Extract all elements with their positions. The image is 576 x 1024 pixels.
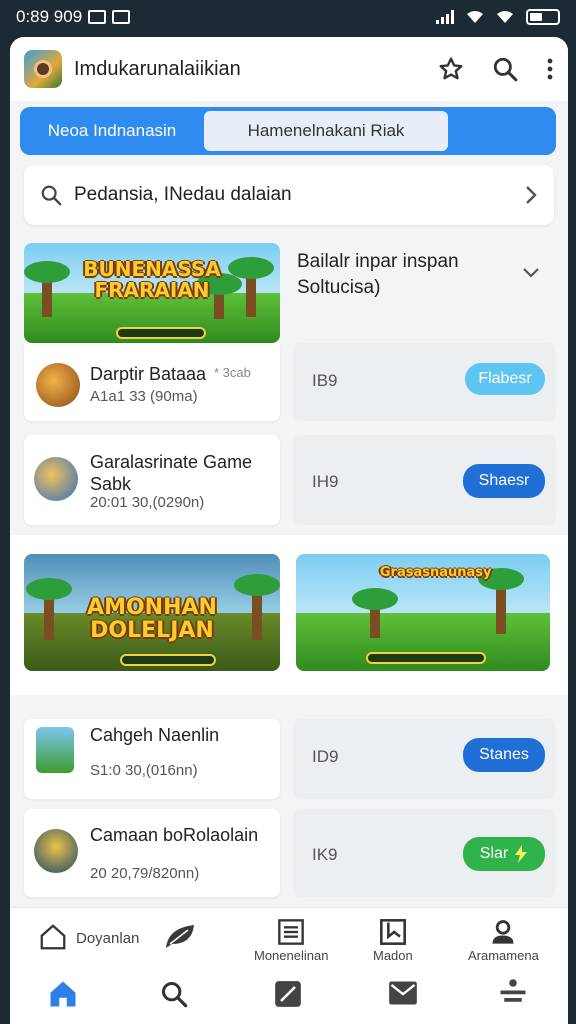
chevron-down-icon[interactable] <box>522 267 540 279</box>
list-item-title: Camaan boRolaolain <box>90 825 259 845</box>
bookmark-icon <box>379 919 406 945</box>
tab-neoa[interactable]: Neoa Indnanasin <box>22 109 202 153</box>
edit-icon[interactable] <box>274 980 302 1008</box>
game-icon <box>36 727 74 773</box>
tab-hamenelnakani[interactable]: Hamenelnakani Riak <box>202 109 450 153</box>
nav-label: Madon <box>373 948 413 963</box>
list-item-subtitle: 20:01 30,(0290n) <box>90 494 205 511</box>
star-icon[interactable] <box>438 56 464 82</box>
game-banner[interactable]: Grasasnaunasy <box>296 554 550 671</box>
status-time: 0:89 909 <box>16 7 83 26</box>
list-item-button[interactable]: Slar <box>463 837 545 871</box>
app-title: Imdukarunalaiikian <box>74 57 241 80</box>
nav-label: Monenelinan <box>254 948 329 963</box>
status-bar: 0:89 909 <box>0 0 576 34</box>
banner-title: AMONHAN DOLELJAN <box>87 595 217 644</box>
search-icon[interactable] <box>160 980 188 1008</box>
list-item-button-label: Slar <box>479 845 509 862</box>
search-bar[interactable]: Pedansia, INedau dalaian <box>24 165 554 225</box>
game-banner[interactable]: AMONHAN DOLELJAN <box>24 554 280 671</box>
more-vert-icon[interactable] <box>546 57 554 81</box>
menu-icon[interactable] <box>498 978 528 1008</box>
wifi-icon <box>467 11 483 23</box>
home-icon[interactable] <box>48 980 78 1008</box>
list-item-count: IH9 <box>312 472 339 491</box>
nav-item-doyanlan[interactable]: Doyanlan <box>38 922 139 952</box>
leaf-icon <box>166 925 194 948</box>
list-item-title: Cahgeh Naenlin <box>90 725 220 745</box>
game-banner[interactable]: BUNENASSA FRARAIAN <box>24 243 280 343</box>
section-heading: Bailalr inpar inspan Soltucisa) <box>297 251 459 298</box>
list-item-count: ID9 <box>312 747 339 766</box>
bottom-nav: Doyanlan Monenelinan Madon Aramamena <box>10 907 568 1024</box>
list-item-subtitle: S1:0 30,(016nn) <box>90 762 198 779</box>
lightning-icon <box>515 845 528 863</box>
list-item-title: Darptir Bataaa <box>90 364 207 384</box>
list-item-subtitle: 20 20,79/820nn) <box>90 865 200 882</box>
nav-label: Doyanlan <box>76 929 140 947</box>
app-screen: Imdukarunalaiikian Neoa Indnanasin Hamen… <box>10 37 568 1024</box>
banner-title: BUNENASSA FRARAIAN <box>83 257 221 302</box>
list-item-tag: * 3cab <box>214 365 251 380</box>
nav-item-madon[interactable]: Madon <box>373 918 413 963</box>
wifi-alt-icon <box>497 11 513 23</box>
list-icon <box>278 919 305 945</box>
mail-icon[interactable] <box>388 980 418 1006</box>
battery-icon <box>526 9 560 25</box>
app-bar: Imdukarunalaiikian <box>10 37 568 101</box>
list-item-button[interactable]: Flabesr <box>465 363 545 395</box>
person-icon <box>492 920 514 944</box>
signal-icon <box>436 10 454 24</box>
list-item-button[interactable]: Shaesr <box>463 464 545 498</box>
search-icon <box>41 185 62 206</box>
game-icon <box>36 363 80 407</box>
nav-item-monenelinan[interactable]: Monenelinan <box>254 918 328 963</box>
game-icon <box>34 457 78 501</box>
nav-item-leaf[interactable] <box>164 922 198 950</box>
list-item-count: IK9 <box>312 845 338 864</box>
list-item-count: IB9 <box>312 371 338 390</box>
notification-icon <box>112 10 131 24</box>
game-icon <box>34 829 78 873</box>
list-item-subtitle: A1a1 33 (90ma) <box>90 388 198 405</box>
search-query: Pedansia, INedau dalaian <box>74 184 292 205</box>
nav-label: Aramamena <box>468 948 539 963</box>
search-icon[interactable] <box>492 56 518 82</box>
chevron-right-icon[interactable] <box>524 185 538 205</box>
nav-item-aramamena[interactable]: Aramamena <box>468 918 539 963</box>
banner-title: Grasasnaunasy <box>379 564 492 580</box>
list-item-title: Garalasrinate Game Sabk <box>90 452 253 494</box>
tab-bar: Neoa Indnanasin Hamenelnakani Riak <box>20 107 556 155</box>
app-logo <box>24 50 62 88</box>
list-item-button[interactable]: Stanes <box>463 738 545 772</box>
gallery-icon <box>88 10 107 24</box>
home-outline-icon <box>40 924 66 950</box>
